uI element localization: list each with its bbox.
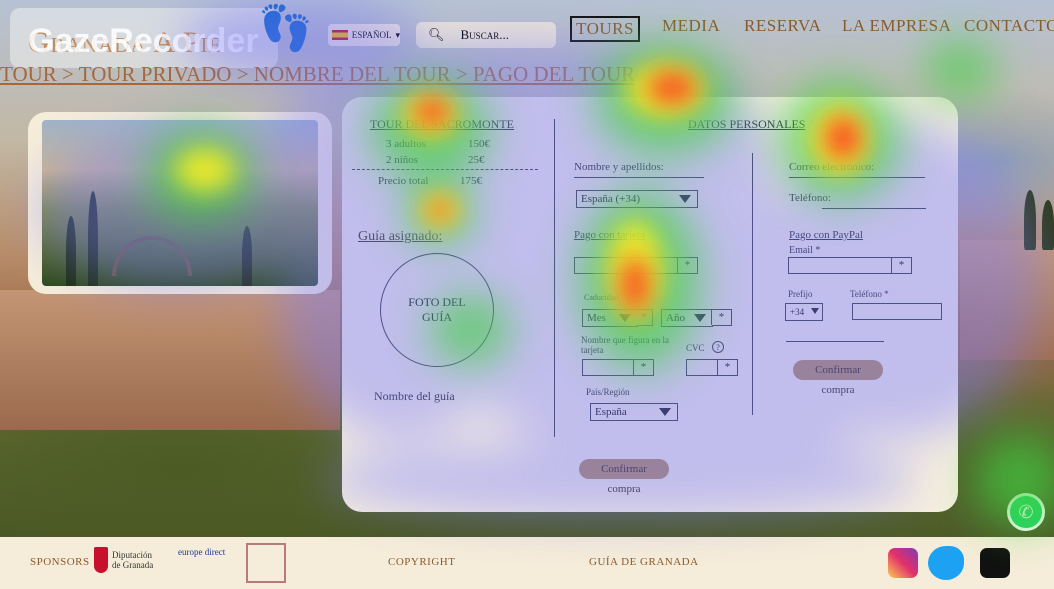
paypal-confirm-button[interactable]: Confirmar compra	[793, 360, 883, 396]
cypress-tree	[1042, 200, 1054, 250]
guide-photo: FOTO DEL GUÍA	[380, 253, 494, 367]
total-label: Precio total	[378, 175, 429, 187]
paypal-email-input[interactable]: *	[788, 257, 912, 274]
gaze-watermark: GazeRecorder	[28, 22, 259, 60]
footer: SPONSORS Diputación de Granada europe di…	[0, 537, 1054, 589]
month-value: Mes	[587, 312, 606, 324]
guide-heading: Guía asignado:	[358, 229, 443, 244]
search-box[interactable]: 🔍︎ Buscar...	[416, 22, 556, 48]
caret-down-icon	[694, 314, 706, 322]
year-select[interactable]: Año	[661, 309, 713, 327]
column-divider	[554, 119, 555, 437]
adults-price: 150€	[468, 138, 490, 150]
email-label: Correo electrónico:	[789, 161, 875, 173]
cvc-label: CVC	[686, 343, 705, 353]
sponsor-europe-direct-logo[interactable]: europe direct	[178, 547, 232, 557]
year-required: *	[711, 309, 732, 326]
country-code-value: España (+34)	[581, 193, 641, 205]
instagram-icon[interactable]	[888, 548, 918, 578]
sponsors-label: SPONSORS	[30, 556, 90, 568]
children-price: 25€	[468, 154, 485, 166]
nav-media[interactable]: MEDIA	[662, 16, 720, 36]
card-payment-heading: Pago con tarjeta	[574, 229, 645, 241]
email-input[interactable]	[789, 177, 925, 178]
help-icon[interactable]: ?	[712, 341, 724, 353]
divider	[786, 341, 884, 342]
guide-photo-placeholder: FOTO DEL GUÍA	[408, 295, 466, 324]
fortress-right	[960, 240, 1054, 360]
whatsapp-icon[interactable]: ✆	[1007, 493, 1045, 531]
footprints-icon: 👣	[258, 4, 313, 53]
guia-granada-link[interactable]: GUÍA DE GRANADA	[589, 556, 699, 568]
personal-data-heading: DATOS PERSONALES	[688, 117, 806, 131]
tiktok-icon[interactable]	[980, 548, 1010, 578]
nav-la-empresa[interactable]: LA EMPRESA	[842, 16, 951, 36]
shield-icon	[94, 547, 108, 573]
divider	[352, 169, 538, 170]
card-number-input[interactable]: *	[574, 257, 698, 274]
required-mark: *	[677, 258, 697, 273]
region-value: España	[595, 406, 627, 418]
paypal-heading: Pago con PayPal	[789, 229, 863, 241]
children-label: 2 niños	[386, 154, 419, 166]
language-label: ESPAÑOL	[351, 30, 392, 40]
prefix-value: +34	[790, 307, 805, 317]
paypal-email-label: Email *	[789, 245, 821, 256]
tour-photo	[42, 120, 318, 286]
region-label: País/Región	[586, 387, 630, 397]
prefix-select[interactable]: +34	[785, 303, 823, 321]
twitter-icon[interactable]	[928, 546, 964, 580]
caret-down-icon	[679, 195, 691, 203]
cypress-tree	[1024, 190, 1036, 250]
tour-photo-card	[28, 112, 332, 294]
paypal-phone-input[interactable]	[852, 303, 942, 320]
nav-contacto[interactable]: CONTACTO	[964, 16, 1054, 36]
name-input[interactable]	[574, 177, 704, 178]
cvc-input[interactable]: *	[686, 359, 738, 376]
caret-down-icon	[811, 308, 819, 314]
paypal-phone-label: Teléfono *	[850, 289, 889, 299]
year-value: Año	[666, 312, 685, 324]
nav-reserva[interactable]: RESERVA	[744, 16, 821, 36]
country-code-select[interactable]: España (+34)	[576, 190, 698, 208]
payment-panel: TOUR DEL SACROMONTE 3 adultos 150€ 2 niñ…	[342, 97, 958, 512]
search-icon: 🔍︎	[428, 27, 445, 42]
fortress-left	[0, 290, 340, 430]
language-selector[interactable]: ESPAÑOL ▾	[328, 24, 400, 46]
prefix-label: Prefijo	[788, 289, 813, 299]
month-required: *	[637, 309, 653, 326]
caret-down-icon	[619, 314, 631, 322]
card-holder-label: Nombre que figura en la tarjeta	[581, 335, 669, 355]
total-price: 175€	[460, 175, 482, 187]
chevron-down-icon: ▾	[395, 29, 400, 40]
breadcrumb-tour-privado[interactable]: TOUR PRIVADO	[79, 62, 232, 86]
column-divider	[752, 153, 753, 415]
copyright-link[interactable]: COPYRIGHT	[388, 556, 455, 568]
adults-label: 3 adultos	[386, 138, 427, 150]
card-holder-input[interactable]: *	[582, 359, 654, 376]
expiry-label: Caducidad	[584, 293, 619, 302]
nav-tours[interactable]: TOURS	[570, 16, 640, 42]
tour-title: TOUR DEL SACROMONTE	[370, 117, 515, 131]
breadcrumb: TOUR > TOUR PRIVADO > NOMBRE DEL TOUR > …	[0, 62, 636, 86]
breadcrumb-tour[interactable]: TOUR	[0, 62, 57, 86]
spain-flag-icon	[332, 30, 348, 40]
phone-label: Teléfono:	[789, 192, 831, 204]
month-select[interactable]: Mes	[582, 309, 638, 327]
search-placeholder: Buscar...	[460, 27, 509, 42]
breadcrumb-pago-tour[interactable]: PAGO DEL TOUR	[473, 62, 635, 86]
guide-name: Nombre del guía	[374, 389, 455, 403]
card-confirm-button[interactable]: Confirmar compra	[579, 459, 669, 495]
sponsor-diputacion-logo[interactable]: Diputación de Granada	[94, 547, 158, 573]
site-logo[interactable]: Granada A Pie GazeRecorder	[10, 8, 278, 68]
sponsor-ayuntamiento-logo[interactable]	[246, 543, 286, 583]
caret-down-icon	[659, 408, 671, 416]
breadcrumb-nombre-tour[interactable]: NOMBRE DEL TOUR	[254, 62, 451, 86]
name-label: Nombre y apellidos:	[574, 161, 664, 173]
region-select[interactable]: España	[590, 403, 678, 421]
phone-input[interactable]	[822, 208, 926, 209]
